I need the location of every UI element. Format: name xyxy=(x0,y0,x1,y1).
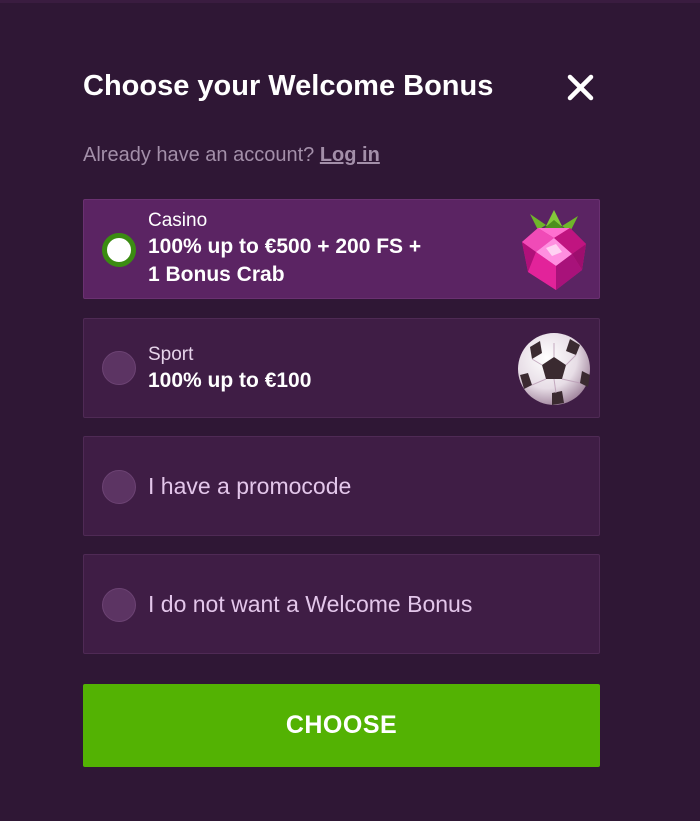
promocode-label: I have a promocode xyxy=(148,473,352,499)
dialog-top-edge xyxy=(0,0,700,3)
radio-casino[interactable] xyxy=(102,233,136,267)
account-prompt-line: Already have an account? Log in xyxy=(83,144,380,167)
raspberry-icon xyxy=(522,210,586,290)
radio-sport[interactable] xyxy=(102,351,136,385)
no-bonus-label: I do not want a Welcome Bonus xyxy=(148,591,473,617)
login-link[interactable]: Log in xyxy=(320,144,380,166)
welcome-bonus-dialog: Choose your Welcome Bonus Already have a… xyxy=(0,0,700,821)
bonus-option-casino[interactable]: Casino 100% up to €500 + 200 FS + 1 Bonu… xyxy=(83,199,600,299)
soccer-ball-icon xyxy=(518,333,590,405)
bonus-option-promocode[interactable]: I have a promocode xyxy=(83,436,600,536)
choose-button[interactable]: CHOOSE xyxy=(83,684,600,767)
radio-no-bonus[interactable] xyxy=(102,588,136,622)
radio-promocode[interactable] xyxy=(102,470,136,504)
close-icon xyxy=(567,74,594,101)
dialog-title: Choose your Welcome Bonus xyxy=(83,70,494,102)
sport-label: Sport xyxy=(148,344,194,365)
casino-offer-line1: 100% up to €500 + 200 FS + xyxy=(148,235,422,258)
sport-offer: 100% up to €100 xyxy=(148,369,312,392)
close-button[interactable] xyxy=(560,68,600,108)
casino-text: Casino 100% up to €500 + 200 FS + 1 Bonu… xyxy=(148,209,421,289)
casino-label: Casino xyxy=(148,210,208,231)
account-prompt-text: Already have an account? xyxy=(83,144,315,166)
casino-offer-line2: 1 Bonus Crab xyxy=(148,263,285,286)
sport-text: Sport 100% up to €100 xyxy=(148,343,311,395)
bonus-option-sport[interactable]: Sport 100% up to €100 xyxy=(83,318,600,418)
bonus-option-none[interactable]: I do not want a Welcome Bonus xyxy=(83,554,600,654)
